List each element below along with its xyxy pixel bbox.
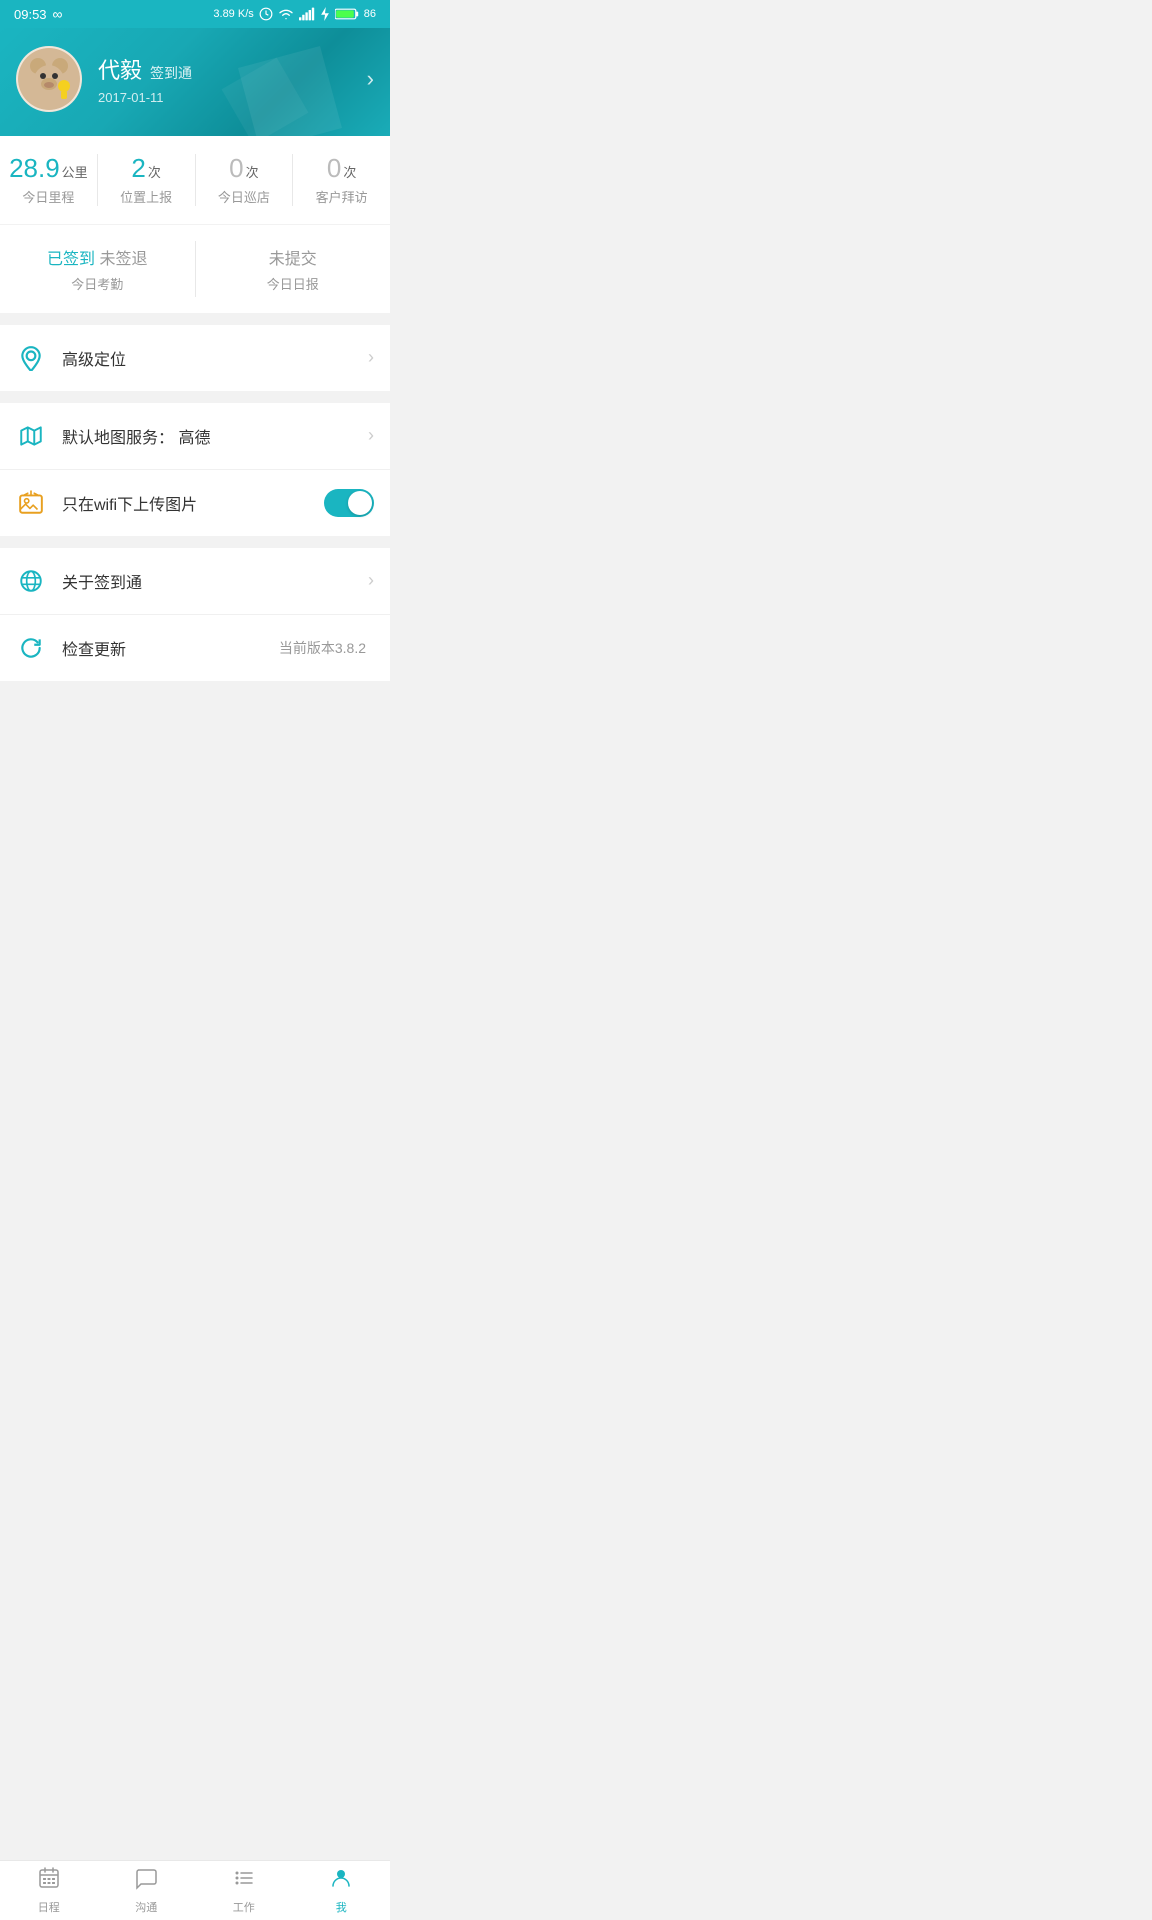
menu-item-about[interactable]: 关于签到通 › — [0, 548, 390, 615]
nav-item-schedule[interactable]: 日程 — [0, 1861, 98, 1920]
visit-unit: 次 — [343, 162, 356, 181]
section-gap-2 — [0, 391, 390, 403]
menu-section-2: 默认地图服务： 高德 › 只在wifi下上传图片 — [0, 403, 390, 536]
battery-level: 86 — [364, 8, 376, 20]
nav-item-chat[interactable]: 沟通 — [98, 1861, 196, 1920]
status-right: 3.89 K/s — [213, 7, 376, 21]
globe-icon — [16, 566, 46, 596]
menu-item-update[interactable]: 检查更新 当前版本3.8.2 — [0, 615, 390, 681]
tour-unit: 次 — [246, 162, 259, 181]
visit-value: 0 — [327, 154, 341, 183]
calendar-icon — [37, 1866, 61, 1896]
attendance-report-label: 今日日报 — [204, 274, 383, 293]
menu-section-1: 高级定位 › — [0, 325, 390, 391]
attendance-checkin-label: 今日考勤 — [8, 274, 187, 293]
menu-text-wifi-upload: 只在wifi下上传图片 — [62, 491, 324, 515]
profile-header[interactable]: 代毅 签到通 2017-01-11 › — [0, 28, 390, 136]
nav-item-work[interactable]: 工作 — [195, 1861, 293, 1920]
infinity-icon: ∞ — [53, 6, 63, 22]
menu-arrow-location: › — [368, 347, 374, 368]
unsigned-status: 未签退 — [99, 251, 147, 268]
attendance-status-checkin: 已签到 未签退 — [8, 245, 187, 269]
nav-label-me: 我 — [336, 1899, 347, 1915]
stats-section: 28.9 公里 今日里程 2 次 位置上报 0 次 今日巡店 0 次 客户拜访 — [0, 136, 390, 224]
network-speed: 3.89 K/s — [213, 8, 253, 20]
signal-icon — [299, 7, 315, 21]
status-bar: 09:53 ∞ 3.89 K/s — [0, 0, 390, 28]
menu-text-map: 默认地图服务： 高德 — [62, 424, 368, 448]
nav-item-me[interactable]: 我 — [293, 1861, 391, 1920]
menu-arrow-map: › — [368, 425, 374, 446]
nav-label-work: 工作 — [233, 1899, 255, 1915]
toggle-knob — [348, 491, 372, 515]
location-unit: 次 — [148, 162, 161, 181]
attendance-report: 未提交 今日日报 — [196, 241, 391, 297]
attendance-checkin: 已签到 未签退 今日考勤 — [0, 241, 196, 297]
person-icon — [329, 1866, 353, 1896]
visit-label: 客户拜访 — [316, 187, 368, 206]
image-upload-icon — [16, 488, 46, 518]
chat-icon — [134, 1866, 158, 1896]
avatar — [16, 46, 82, 112]
header-arrow-icon[interactable]: › — [367, 66, 374, 92]
app-name: 签到通 — [150, 63, 192, 83]
status-time: 09:53 — [14, 7, 47, 22]
stat-tour: 0 次 今日巡店 — [196, 154, 294, 206]
wifi-icon — [278, 7, 294, 21]
stat-visit: 0 次 客户拜访 — [293, 154, 390, 206]
mileage-unit: 公里 — [62, 162, 88, 181]
menu-item-map[interactable]: 默认地图服务： 高德 › — [0, 403, 390, 470]
mileage-label: 今日里程 — [22, 187, 74, 206]
version-text: 当前版本3.8.2 — [279, 638, 366, 658]
location-value: 2 — [131, 154, 145, 183]
refresh-icon — [16, 633, 46, 663]
tour-value: 0 — [229, 154, 243, 183]
clock-icon — [259, 7, 273, 21]
tour-label: 今日巡店 — [218, 187, 270, 206]
location-label: 位置上报 — [120, 187, 172, 206]
location-icon — [16, 343, 46, 373]
map-icon — [16, 421, 46, 451]
menu-text-update: 检查更新 — [62, 636, 279, 660]
battery-icon — [335, 7, 359, 21]
nav-label-schedule: 日程 — [38, 1899, 60, 1915]
bottom-nav: 日程 沟通 工作 我 — [0, 1860, 390, 1920]
attendance-status-report: 未提交 — [204, 245, 383, 269]
menu-section-3: 关于签到通 › 检查更新 当前版本3.8.2 — [0, 548, 390, 681]
wifi-upload-toggle[interactable] — [324, 489, 374, 517]
menu-item-wifi-upload[interactable]: 只在wifi下上传图片 — [0, 470, 390, 536]
menu-item-location[interactable]: 高级定位 › — [0, 325, 390, 391]
menu-text-location: 高级定位 — [62, 346, 368, 370]
user-name: 代毅 — [98, 53, 142, 85]
mileage-value: 28.9 — [9, 154, 60, 183]
nav-label-chat: 沟通 — [135, 1899, 157, 1915]
signed-status: 已签到 — [47, 251, 95, 268]
stat-location: 2 次 位置上报 — [98, 154, 196, 206]
section-gap-1 — [0, 313, 390, 325]
status-left: 09:53 ∞ — [14, 6, 63, 22]
charging-icon — [320, 7, 330, 21]
section-gap-3 — [0, 536, 390, 548]
menu-arrow-about: › — [368, 570, 374, 591]
attendance-section: 已签到 未签退 今日考勤 未提交 今日日报 — [0, 225, 390, 313]
avatar-image — [18, 48, 80, 110]
stat-mileage: 28.9 公里 今日里程 — [0, 154, 98, 206]
header-date: 2017-01-11 — [98, 90, 367, 105]
header-info: 代毅 签到通 2017-01-11 — [98, 53, 367, 105]
list-icon — [232, 1866, 256, 1896]
menu-text-about: 关于签到通 — [62, 569, 368, 593]
